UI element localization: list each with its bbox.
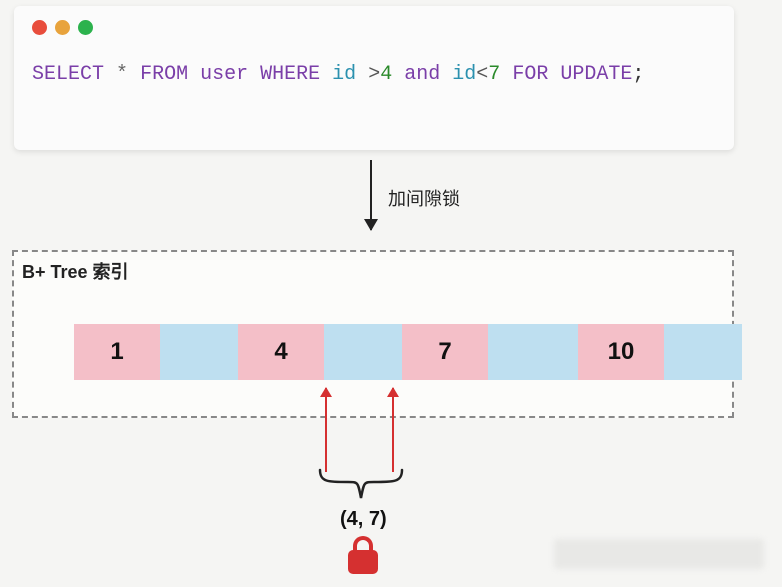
sql-token-val1: 4: [380, 63, 392, 86]
sql-code-block: SELECT * FROM user WHERE id >4 and id<7 …: [14, 6, 734, 150]
sql-token-for: FOR: [512, 63, 548, 86]
curly-brace-icon: [318, 468, 404, 502]
btree-key-cell: 7: [402, 324, 488, 380]
down-arrow-icon: [370, 160, 372, 230]
btree-gap-cell: [664, 324, 742, 380]
sql-statement: SELECT * FROM user WHERE id >4 and id<7 …: [32, 63, 716, 86]
minimize-icon: [55, 20, 70, 35]
sql-token-op2: <: [476, 63, 488, 86]
sql-token-from: FROM: [140, 63, 188, 86]
lock-icon: [346, 536, 380, 576]
gap-pointer-arrow-icon: [392, 388, 394, 472]
sql-token-table: user: [200, 63, 248, 86]
sql-token-op1: >: [368, 63, 380, 86]
maximize-icon: [78, 20, 93, 35]
sql-token-val2: 7: [488, 63, 500, 86]
btree-key-cell: 10: [578, 324, 664, 380]
btree-key-cell: 1: [74, 324, 160, 380]
btree-title: B+ Tree 索引: [22, 258, 129, 284]
btree-key-cell: 4: [238, 324, 324, 380]
window-traffic-lights: [32, 20, 716, 35]
sql-token-and: and: [404, 63, 440, 86]
sql-token-semicolon: ;: [632, 63, 644, 86]
btree-cells-row: 1 4 7 10: [74, 324, 742, 380]
sql-token-select: SELECT: [32, 63, 104, 86]
gap-range-label: (4, 7): [340, 508, 387, 531]
gap-pointer-arrow-icon: [325, 388, 327, 472]
close-icon: [32, 20, 47, 35]
sql-token-col2: id: [452, 63, 476, 86]
sql-token-where: WHERE: [260, 63, 320, 86]
watermark-redacted: [554, 539, 764, 569]
btree-gap-cell: [488, 324, 578, 380]
btree-gap-cell: [160, 324, 238, 380]
btree-index-box: B+ Tree 索引 1 4 7 10: [12, 250, 734, 418]
sql-token-update: UPDATE: [560, 63, 632, 86]
sql-token-col1: id: [332, 63, 356, 86]
btree-gap-cell: [324, 324, 402, 380]
sql-token-star: *: [116, 63, 128, 86]
arrow-label: 加间隙锁: [388, 185, 460, 211]
